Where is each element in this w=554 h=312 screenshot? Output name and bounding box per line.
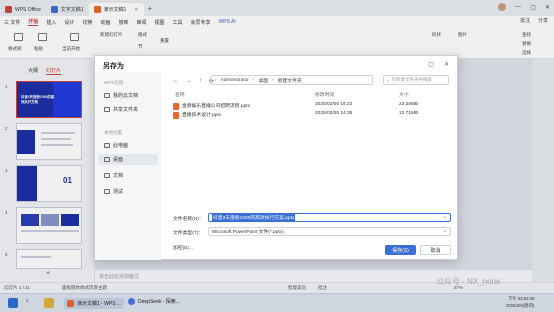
back-arrow-icon[interactable]: ←	[173, 78, 179, 84]
dialog-sidebar: WPS云盘 我的云文档 共享文件夹 本地位置 此电脑 桌面 文档 测试	[95, 72, 161, 260]
file-row[interactable]: 直播技术设计.pptx 2025/02/05 14:35 12.71MB	[171, 111, 451, 120]
dialog-maximize-icon[interactable]: ▢	[428, 61, 434, 68]
chevron-right-icon: ›	[252, 77, 255, 83]
folder-icon	[104, 189, 110, 194]
sidebar-group-cloud: WPS云盘	[104, 80, 124, 85]
filetype-select[interactable]: Microsoft PowerPoint 文件(*.pptx) ⌄	[208, 227, 451, 236]
folder-icon	[104, 173, 110, 178]
search-placeholder: 在新建文件夹中搜索	[391, 77, 433, 82]
chevron-right-icon: ›	[272, 77, 274, 83]
save-as-dialog: 另存为 ▢ ✕ WPS云盘 我的云文档 共享文件夹 本地位置 此电脑 桌面 文档…	[94, 55, 458, 260]
forward-arrow-icon[interactable]: →	[186, 78, 192, 84]
sidebar-item-documents[interactable]: 文档	[104, 172, 123, 179]
cancel-button[interactable]: 取消	[420, 245, 451, 255]
sidebar-item-test[interactable]: 测试	[104, 188, 123, 195]
sidebar-group-local: 本地位置	[104, 130, 122, 135]
sidebar-item-label: 此电脑	[113, 143, 129, 149]
shared-folder-icon	[104, 107, 110, 112]
file-date: 2025/02/05 16:22	[315, 102, 353, 107]
chevron-down-icon[interactable]: ⌄	[443, 214, 447, 220]
file-name: 直播技术设计.pptx	[182, 113, 222, 118]
path-breadcrumb[interactable]: › Administrator › 桌面 › 新建文件夹	[210, 75, 373, 85]
desktop-icon	[104, 157, 110, 162]
search-icon: ⌕	[387, 77, 390, 83]
pptx-file-icon	[173, 102, 179, 110]
file-row[interactable]: 金牌娱乐直播公司招聘流程.pptx 2025/02/05 16:22 23.26…	[171, 102, 451, 111]
dialog-title: 另存为	[103, 63, 124, 70]
column-name[interactable]: 名称	[175, 91, 185, 98]
dialog-controls: ▢ ✕	[428, 61, 449, 68]
filename-field[interactable]: 抖音3天涨粉1000的高效执行方案.pptx ⌄	[208, 213, 451, 222]
pptx-file-icon	[173, 111, 179, 119]
sidebar-item-desktop[interactable]: 桌面	[98, 154, 158, 165]
chevron-right-icon: ›	[215, 77, 217, 83]
dialog-close-icon[interactable]: ✕	[444, 61, 449, 68]
sidebar-item-shared[interactable]: 共享文件夹	[104, 106, 138, 113]
sidebar-item-label: 我的云文档	[113, 93, 139, 99]
sidebar-item-label: 测试	[113, 189, 124, 195]
breadcrumb-item[interactable]: Administrator	[221, 78, 249, 83]
filetype-value: Microsoft PowerPoint 文件(*.pptx)	[212, 230, 284, 235]
file-date: 2025/02/05 14:35	[315, 111, 353, 116]
search-input[interactable]: ⌕ 在新建文件夹中搜索	[383, 75, 449, 85]
chevron-down-icon[interactable]: ⌄	[443, 228, 447, 234]
encrypt-link[interactable]: 加密(E)...	[173, 244, 193, 251]
filetype-label: 文件类型(T)：	[173, 231, 204, 236]
cloud-icon	[104, 93, 110, 98]
sidebar-item-label: 桌面	[113, 157, 124, 163]
column-size[interactable]: 大小	[399, 91, 409, 98]
breadcrumb-item[interactable]: 新建文件夹	[278, 77, 302, 84]
save-button[interactable]: 保存(S)	[385, 245, 416, 255]
file-size: 23.26MB	[399, 102, 419, 107]
up-arrow-icon[interactable]: ↑	[199, 78, 202, 84]
sidebar-item-my-cloud[interactable]: 我的云文档	[104, 92, 138, 99]
sidebar-item-this-pc[interactable]: 此电脑	[104, 142, 128, 149]
filename-label: 文件名称(N)：	[173, 217, 204, 222]
file-list-header: 名称 修改时间 大小	[171, 91, 451, 99]
breadcrumb-item[interactable]: 桌面	[258, 77, 268, 84]
file-name: 金牌娱乐直播公司招聘流程.pptx	[182, 104, 250, 109]
sidebar-item-label: 文档	[113, 173, 124, 179]
column-date[interactable]: 修改时间	[315, 91, 334, 98]
sidebar-item-label: 共享文件夹	[113, 107, 139, 113]
computer-icon	[104, 143, 110, 148]
filename-value: 抖音3天涨粉1000的高效执行方案.pptx	[212, 214, 296, 221]
file-size: 12.71MB	[399, 111, 419, 116]
